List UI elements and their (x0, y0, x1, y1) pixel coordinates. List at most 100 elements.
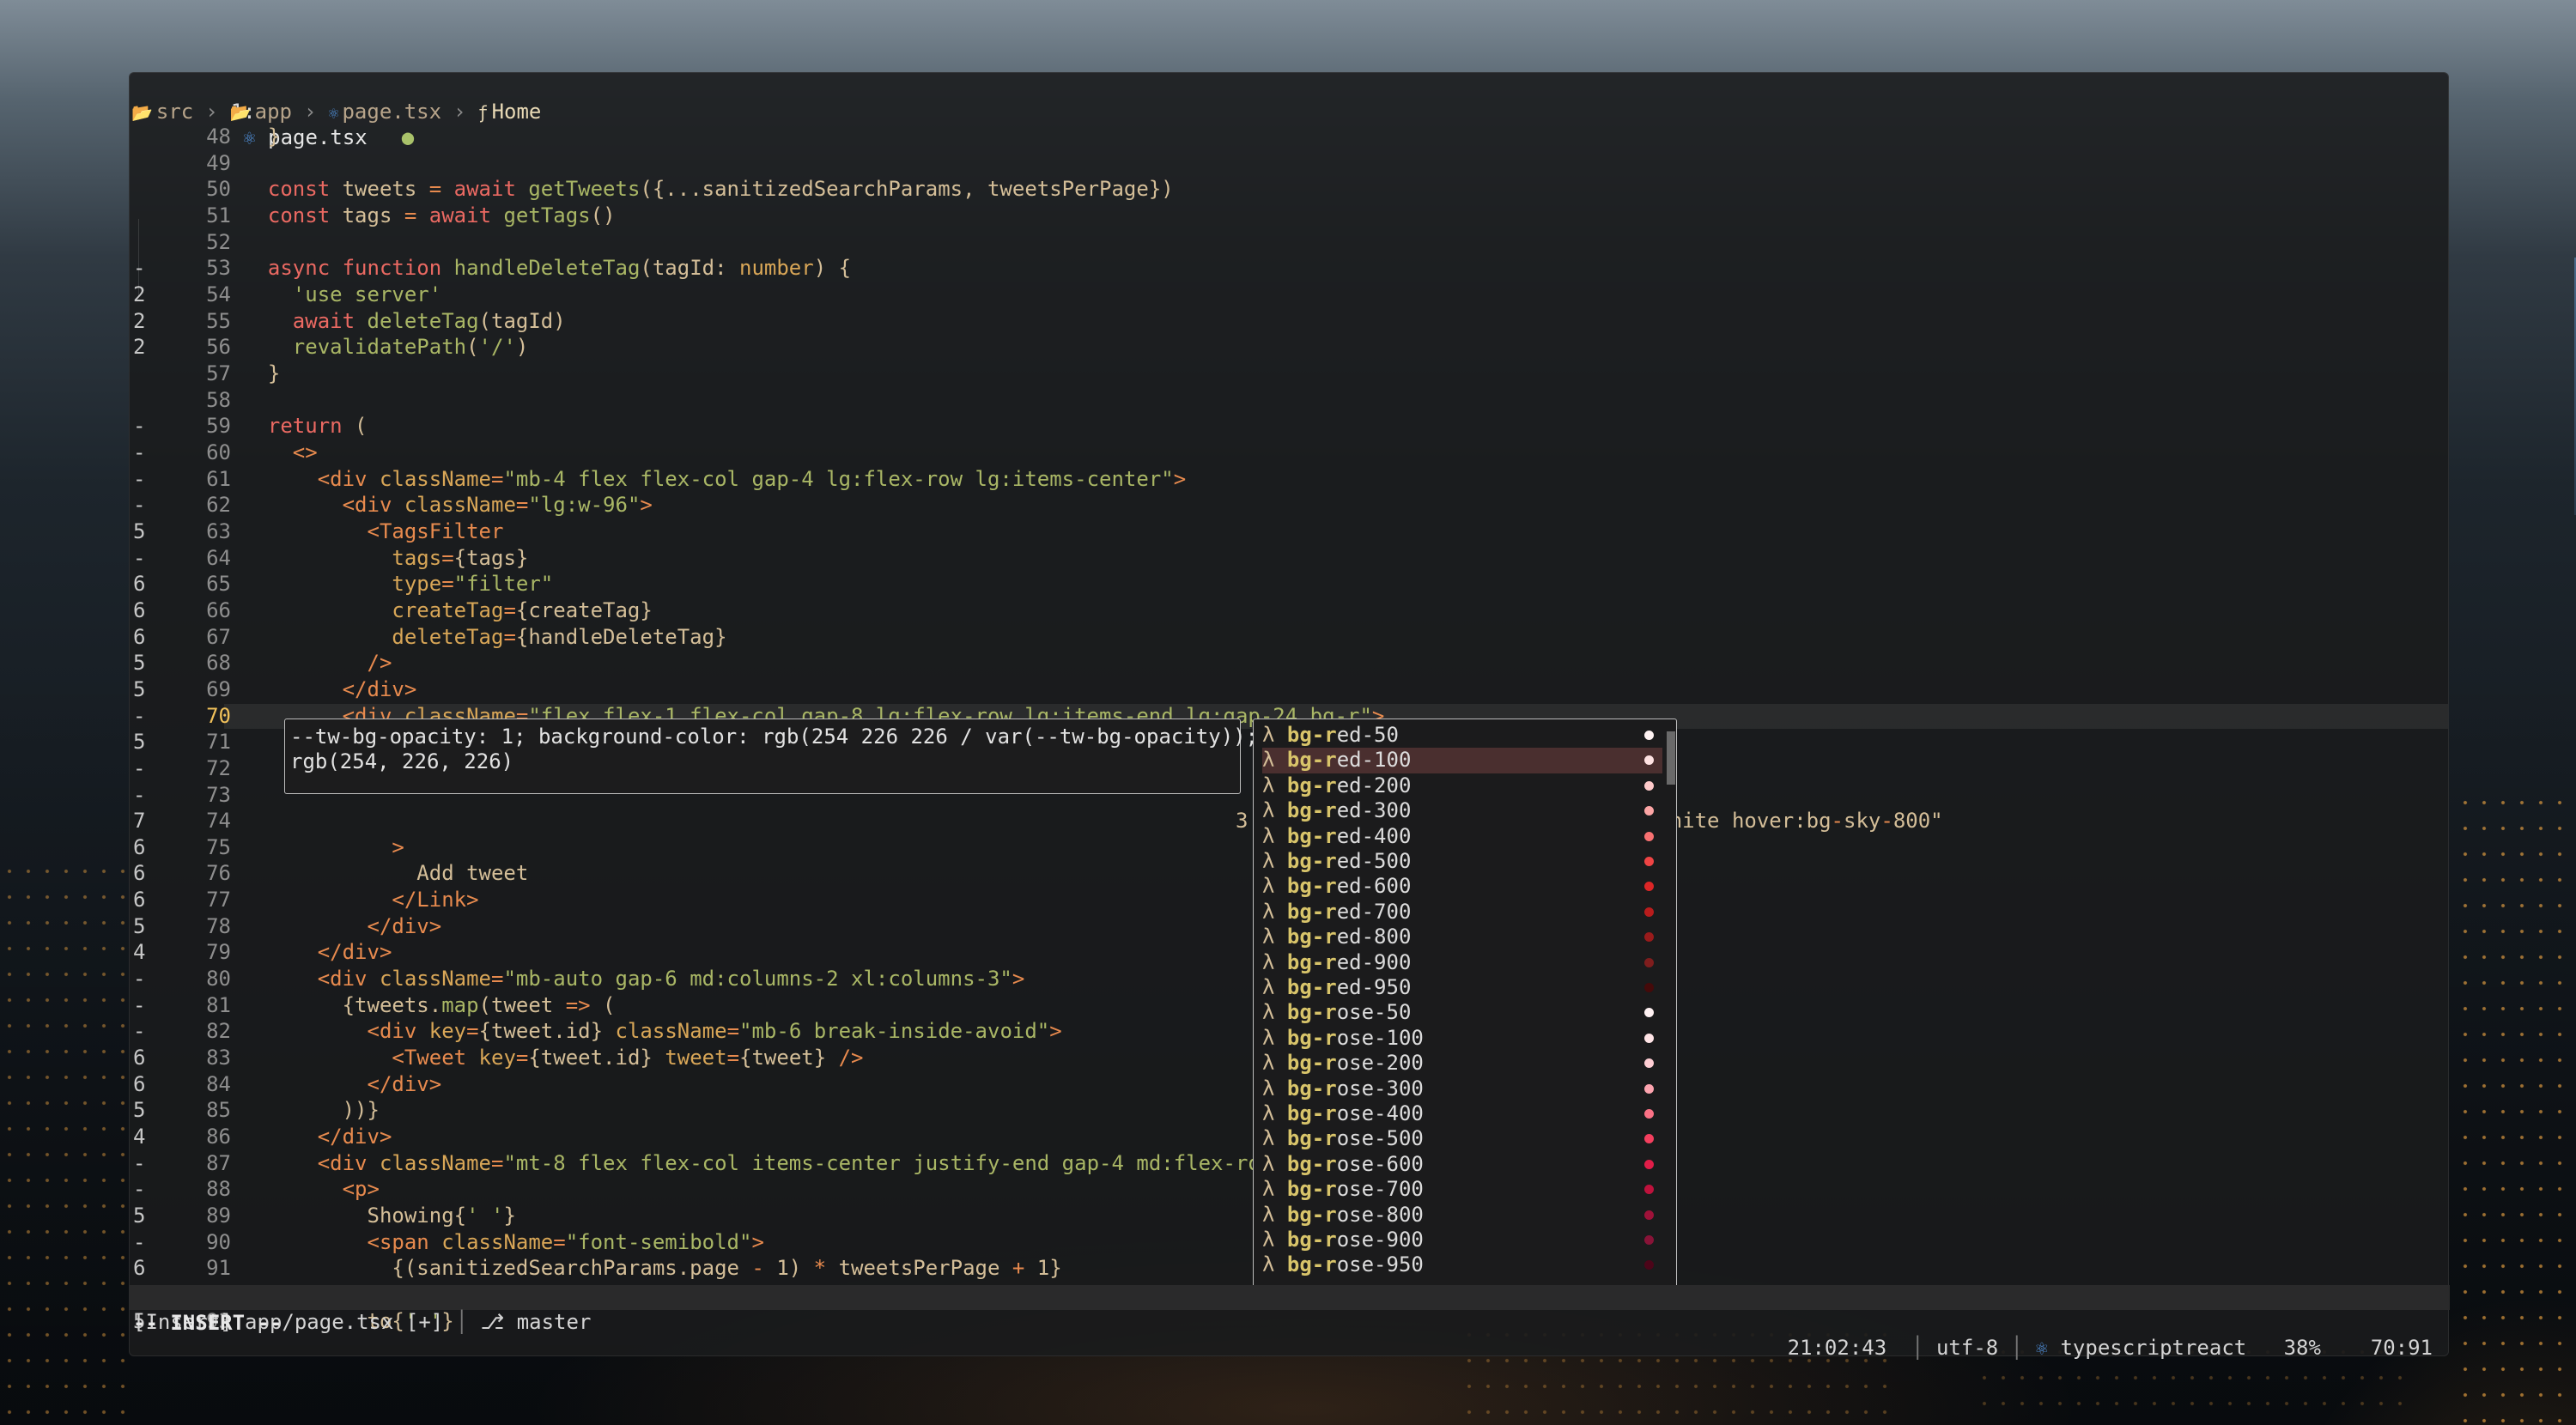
completion-item[interactable]: λ bg-red-300 (1262, 798, 1662, 823)
fold-indicator[interactable]: 6 (133, 888, 159, 913)
fold-indicator[interactable]: 2 (133, 309, 159, 334)
completion-item[interactable]: λ bg-red-400 (1262, 824, 1662, 849)
completion-item[interactable]: λ bg-red-500 (1262, 849, 1662, 874)
code-line[interactable]: 5 69 </div> (130, 677, 2448, 702)
fold-indicator[interactable]: 2 (133, 282, 159, 307)
fold-indicator[interactable]: - (133, 993, 159, 1018)
code-line[interactable]: - 59 return ( (130, 414, 2448, 439)
code-line[interactable]: 2 55 await deleteTag(tagId) (130, 309, 2448, 334)
completion-item[interactable]: λ bg-rose-700 (1262, 1177, 1662, 1202)
code-line[interactable]: 52 (130, 230, 2448, 255)
completion-label: bg-red-800 (1286, 925, 1412, 949)
fold-indicator[interactable]: 6 (133, 625, 159, 650)
code-line[interactable]: 5 68 /> (130, 651, 2448, 676)
completion-item[interactable]: λ bg-red-900 (1262, 950, 1662, 975)
code-line[interactable]: 2 54 'use server' (130, 282, 2448, 307)
code-line[interactable]: - 62 <div className="lg:w-96"> (130, 493, 2448, 518)
code-line[interactable]: 48 } (130, 124, 2448, 149)
completion-item[interactable]: λ bg-rose-900 (1262, 1228, 1662, 1252)
completion-item[interactable]: λ bg-red-200 (1262, 773, 1662, 798)
completion-item[interactable]: λ bg-rose-500 (1262, 1126, 1662, 1151)
code-line[interactable]: 6 66 createTag={createTag} (130, 598, 2448, 623)
fold-indicator[interactable]: 6 (133, 835, 159, 860)
fold-indicator[interactable]: 5 (133, 914, 159, 939)
completion-item[interactable]: λ bg-rose-50 (1262, 1000, 1662, 1025)
breadcrumb-item[interactable]: src (156, 100, 193, 124)
code-line[interactable]: 6 67 deleteTag={handleDeleteTag} (130, 625, 2448, 650)
fold-indicator[interactable]: - (133, 546, 159, 571)
code-line[interactable]: - 64 tags={tags} (130, 546, 2448, 571)
completion-item[interactable]: λ bg-rose-300 (1262, 1076, 1662, 1101)
fold-indicator[interactable]: 6 (133, 1072, 159, 1097)
code-line[interactable]: 57 } (130, 361, 2448, 386)
line-number: 68 (206, 651, 231, 676)
terminal-window[interactable]: 1: ⚛ page.tsx ● 📂 src › 📂 app › ⚛ page.tsx › ƒ Home… (129, 72, 2450, 1360)
fold-indicator[interactable]: 5 (133, 651, 159, 676)
completion-item[interactable]: λ bg-red-700 (1262, 900, 1662, 925)
code-line[interactable]: 50 const tweets = await getTweets({...sa… (130, 177, 2448, 202)
code-line[interactable]: - 53 async function handleDeleteTag(tagId… (130, 256, 2448, 281)
code-line[interactable]: 2 56 revalidatePath('/') (130, 335, 2448, 360)
completion-label: bg-red-500 (1286, 849, 1412, 873)
completion-menu[interactable]: λ bg-red-50 λ bg-red-100 λ bg-red-200 λ bg-… (1253, 719, 1677, 1295)
fold-indicator[interactable]: 6 (133, 598, 159, 623)
completion-item[interactable]: λ bg-red-950 (1262, 975, 1662, 1000)
completion-item[interactable]: λ bg-rose-200 (1262, 1051, 1662, 1076)
breadcrumb-item[interactable]: app (255, 100, 292, 124)
completion-item[interactable]: λ bg-red-100 (1262, 748, 1662, 773)
fold-indicator[interactable]: - (133, 414, 159, 439)
fold-indicator[interactable]: 6 (133, 861, 159, 886)
line-number: 65 (206, 572, 231, 597)
fold-indicator[interactable]: 5 (133, 519, 159, 544)
completion-item[interactable]: λ bg-rose-400 (1262, 1101, 1662, 1126)
fold-indicator[interactable]: 4 (133, 1125, 159, 1149)
completion-item[interactable]: λ bg-red-800 (1262, 925, 1662, 949)
fold-indicator[interactable]: - (133, 1230, 159, 1255)
completion-item[interactable]: λ bg-rose-100 (1262, 1026, 1662, 1051)
fold-indicator[interactable]: - (133, 704, 159, 729)
fold-indicator[interactable]: - (133, 967, 159, 991)
fold-indicator[interactable]: - (133, 493, 159, 518)
code-text: <p> (342, 1177, 380, 1202)
code-line[interactable]: - 61 <div className="mb-4 flex flex-col g… (130, 467, 2448, 492)
fold-indicator[interactable]: 6 (133, 1256, 159, 1281)
fold-indicator[interactable]: - (133, 467, 159, 492)
lambda-icon: λ (1262, 723, 1287, 747)
tabline[interactable]: 1: ⚛ page.tsx ● (181, 75, 414, 149)
command-line[interactable]: -- INSERT -- (133, 1311, 282, 1336)
fold-indicator[interactable]: 5 (133, 730, 159, 755)
completion-item[interactable]: λ bg-red-50 (1262, 723, 1662, 748)
code-line[interactable]: 51 const tags = await getTags() (130, 203, 2448, 228)
color-swatch-icon (1644, 983, 1654, 992)
code-line[interactable]: 6 65 type="filter" (130, 572, 2448, 597)
completion-scrollbar[interactable] (1667, 731, 1675, 785)
fold-indicator[interactable]: - (133, 440, 159, 465)
fold-indicator[interactable]: 5 (133, 677, 159, 702)
code-line[interactable]: 58 (130, 388, 2448, 413)
fold-indicator[interactable]: 6 (133, 1046, 159, 1070)
fold-indicator[interactable]: 5 (133, 1098, 159, 1123)
fold-indicator[interactable]: - (133, 756, 159, 781)
completion-item[interactable]: λ bg-rose-800 (1262, 1203, 1662, 1228)
breadcrumb-item[interactable]: Home (492, 100, 542, 124)
lambda-icon: λ (1262, 1126, 1287, 1151)
code-line[interactable]: - 60 <> (130, 440, 2448, 465)
breadcrumb-separator: › (205, 100, 218, 124)
fold-indicator[interactable]: 4 (133, 940, 159, 965)
fold-indicator[interactable]: - (133, 1019, 159, 1044)
fold-indicator[interactable]: - (133, 1177, 159, 1202)
fold-indicator[interactable]: 2 (133, 335, 159, 360)
lambda-icon: λ (1262, 748, 1287, 773)
fold-indicator[interactable]: 7 (133, 809, 159, 834)
code-line[interactable]: 49 (130, 151, 2448, 176)
code-line[interactable]: 5 63 <TagsFilter (130, 519, 2448, 544)
completion-item[interactable]: λ bg-red-600 (1262, 874, 1662, 899)
fold-indicator[interactable]: 5 (133, 1204, 159, 1228)
completion-item[interactable]: λ bg-rose-950 (1262, 1252, 1662, 1277)
breadcrumb-item[interactable]: page.tsx (342, 100, 441, 124)
completion-item[interactable]: λ bg-rose-600 (1262, 1152, 1662, 1177)
fold-indicator[interactable]: 6 (133, 572, 159, 597)
fold-indicator[interactable]: - (133, 1151, 159, 1176)
fold-indicator[interactable]: - (133, 256, 159, 281)
fold-indicator[interactable]: - (133, 783, 159, 808)
